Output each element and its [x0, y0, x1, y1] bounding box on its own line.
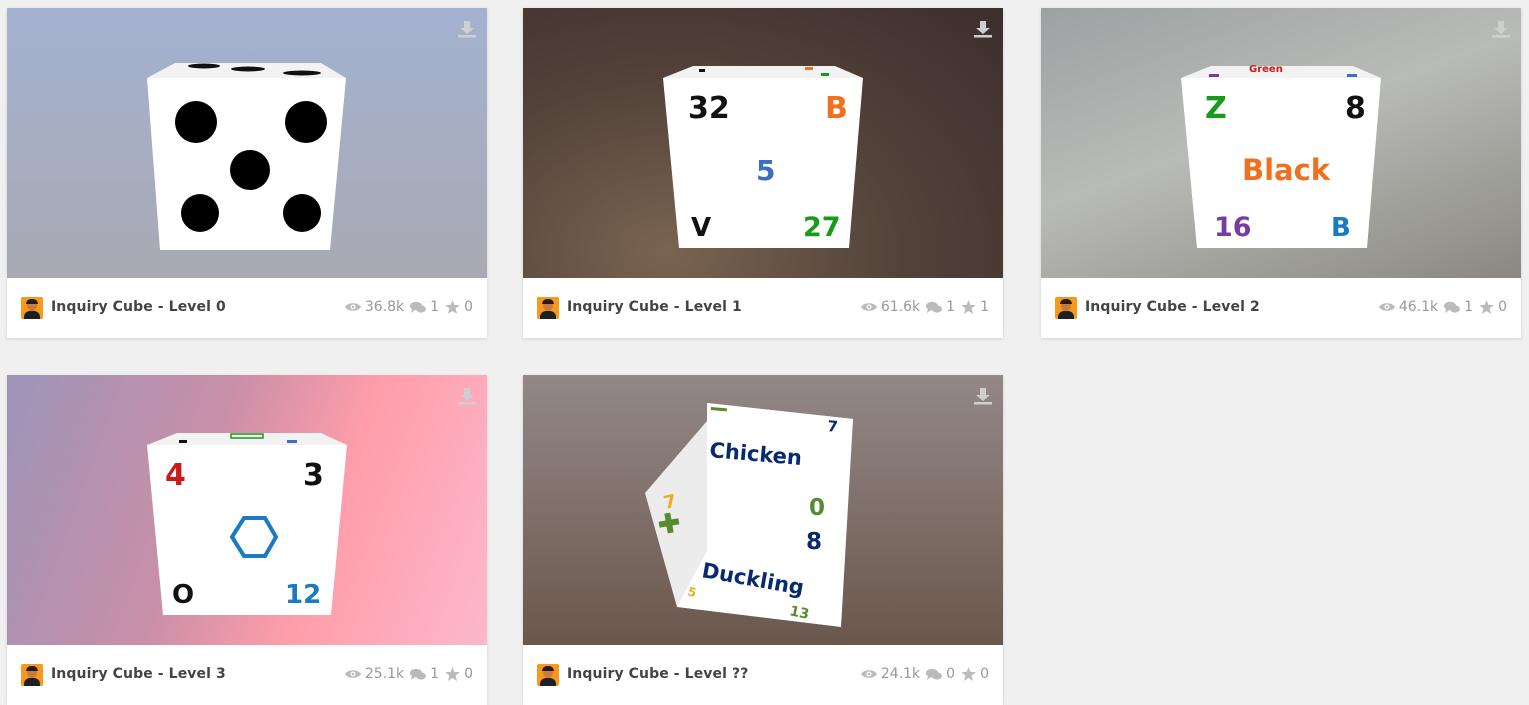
card-footer: Inquiry Cube - Level 0 36.8k 1 0 [7, 278, 487, 338]
model-thumbnail[interactable]: 32 B 5 V 27 [523, 8, 1003, 278]
cube-label: 5 [756, 154, 775, 187]
stats: 36.8k 1 0 [344, 299, 473, 315]
cube-label: 8 [1345, 91, 1366, 126]
eye-icon [344, 303, 361, 311]
model-card[interactable]: 4 3 O 12 Inquiry Cube - Level 3 25.1k 1 … [7, 375, 487, 705]
model-card[interactable]: 32 B 5 V 27 Inquiry Cube - Level 1 61.6k… [523, 8, 1003, 338]
cube-label: 12 [285, 580, 321, 610]
avatar[interactable] [21, 664, 43, 686]
cube-label: 3 [303, 458, 324, 493]
model-card[interactable]: Inquiry Cube - Level 0 36.8k 1 0 [7, 8, 487, 338]
view-count: 36.8k [364, 299, 405, 315]
download-icon[interactable] [1491, 20, 1511, 38]
comment-count: 1 [1464, 299, 1474, 315]
eye-icon [344, 670, 361, 678]
eye-icon [860, 670, 877, 678]
cube-label: 8 [806, 529, 822, 555]
model-title[interactable]: Inquiry Cube - Level 3 [51, 666, 226, 682]
cube-label: 16 [1214, 212, 1252, 243]
model-thumbnail[interactable] [7, 8, 487, 278]
pip [230, 150, 270, 190]
color-word-cube: Green Z 8 Black 16 B [1181, 64, 1383, 252]
comments-icon [1444, 301, 1461, 313]
comment-count: 1 [430, 666, 440, 682]
like-count: 0 [464, 299, 473, 315]
avatar[interactable] [1055, 297, 1077, 319]
like-count: 1 [980, 299, 989, 315]
comments-icon [410, 668, 427, 680]
avatar[interactable] [537, 297, 559, 319]
cube-label: 32 [688, 91, 730, 126]
view-count: 61.6k [880, 299, 921, 315]
download-icon[interactable] [973, 20, 993, 38]
comments-icon [410, 301, 427, 313]
cube-label: 0 [809, 495, 825, 521]
word-cube: 7 Chicken 7 0 8 Duckling 5 13 [641, 397, 861, 629]
download-icon[interactable] [973, 387, 993, 405]
download-icon[interactable] [457, 387, 477, 405]
like-count: 0 [980, 666, 989, 682]
pip [175, 101, 217, 143]
pip [285, 101, 327, 143]
cube-label: B [1331, 213, 1351, 243]
shape-cube: 4 3 O 12 [145, 431, 349, 619]
like-count: 0 [1498, 299, 1507, 315]
cube-label: B [825, 91, 848, 126]
card-footer: Inquiry Cube - Level ?? 24.1k 0 0 [523, 645, 1003, 705]
comments-icon [926, 668, 943, 680]
star-icon[interactable] [961, 300, 976, 314]
eye-icon [860, 303, 877, 311]
star-icon[interactable] [961, 667, 976, 681]
pip [283, 194, 321, 232]
model-card[interactable]: 7 Chicken 7 0 8 Duckling 5 13 Inquiry Cu… [523, 375, 1003, 705]
number-cube: 32 B 5 V 27 [663, 64, 865, 252]
model-title[interactable]: Inquiry Cube - Level 0 [51, 299, 226, 315]
card-footer: Inquiry Cube - Level 1 61.6k 1 1 [523, 278, 1003, 338]
avatar[interactable] [537, 664, 559, 686]
card-footer: Inquiry Cube - Level 3 25.1k 1 0 [7, 645, 487, 705]
pip [181, 194, 219, 232]
cube-label: O [172, 580, 194, 610]
cube-label: Black [1242, 153, 1331, 187]
star-icon[interactable] [1479, 300, 1494, 314]
model-card[interactable]: Green Z 8 Black 16 B Inquiry Cube - Leve… [1041, 8, 1521, 338]
cube-label: Green [1249, 64, 1283, 75]
cube-label: 7 [827, 417, 839, 436]
cube-label: Z [1205, 91, 1227, 126]
model-thumbnail[interactable]: 4 3 O 12 [7, 375, 487, 645]
comment-count: 1 [946, 299, 956, 315]
comment-count: 1 [430, 299, 440, 315]
comments-icon [926, 301, 943, 313]
stats: 46.1k 1 0 [1378, 299, 1507, 315]
like-count: 0 [464, 666, 473, 682]
cube-label: V [691, 213, 711, 243]
star-icon[interactable] [445, 300, 460, 314]
stats: 61.6k 1 1 [860, 299, 989, 315]
view-count: 25.1k [364, 666, 405, 682]
eye-icon [1378, 303, 1395, 311]
star-icon[interactable] [445, 667, 460, 681]
dice-cube [145, 60, 349, 254]
model-thumbnail[interactable]: 7 Chicken 7 0 8 Duckling 5 13 [523, 375, 1003, 645]
card-footer: Inquiry Cube - Level 2 46.1k 1 0 [1041, 278, 1521, 338]
stats: 25.1k 1 0 [344, 666, 473, 682]
comment-count: 0 [946, 666, 956, 682]
view-count: 46.1k [1398, 299, 1439, 315]
model-title[interactable]: Inquiry Cube - Level 2 [1085, 299, 1260, 315]
model-title[interactable]: Inquiry Cube - Level 1 [567, 299, 742, 315]
stats: 24.1k 0 0 [860, 666, 989, 682]
avatar[interactable] [21, 297, 43, 319]
model-thumbnail[interactable]: Green Z 8 Black 16 B [1041, 8, 1521, 278]
model-title[interactable]: Inquiry Cube - Level ?? [567, 666, 748, 682]
cube-label: 27 [803, 212, 841, 243]
view-count: 24.1k [880, 666, 921, 682]
download-icon[interactable] [457, 20, 477, 38]
cube-label: 4 [165, 458, 186, 493]
